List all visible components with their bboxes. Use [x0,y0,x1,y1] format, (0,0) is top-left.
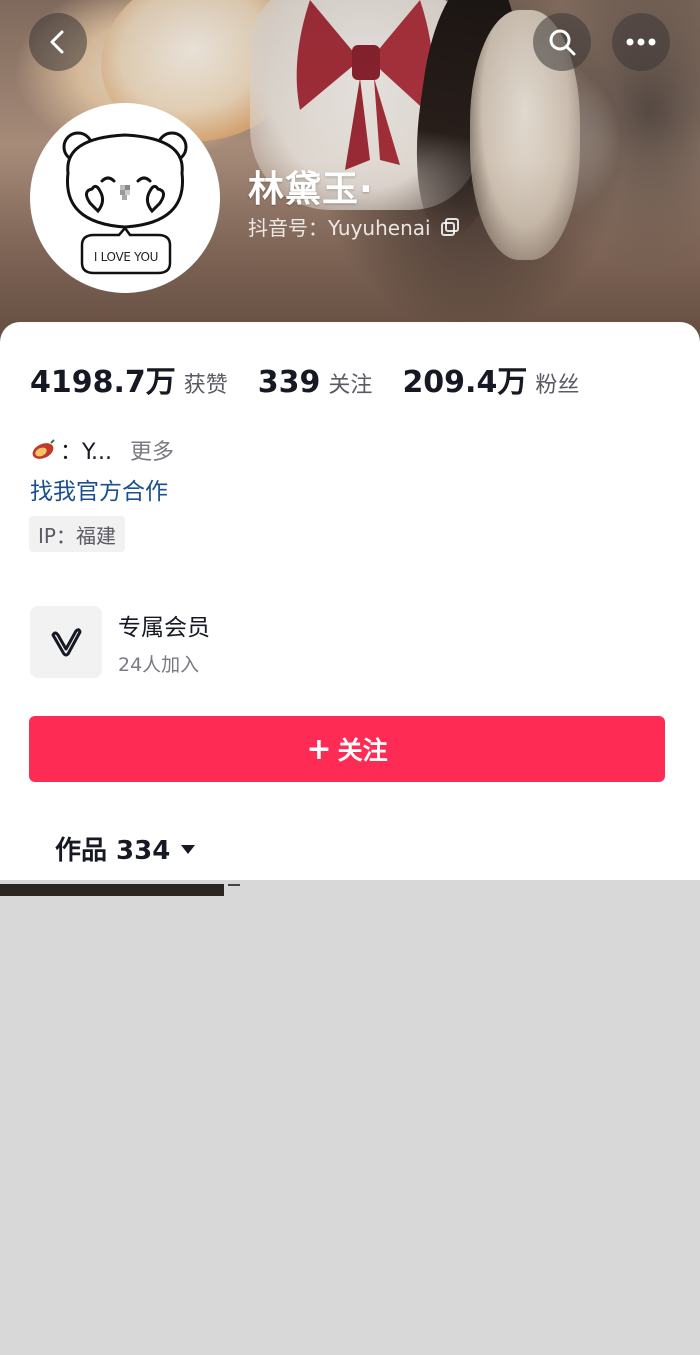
bio-text: ：Y... [60,440,112,465]
cooperation-link[interactable]: 找我官方合作 [30,472,168,506]
stat-following[interactable]: 339 关注 [258,365,373,400]
profile-page: I LOVE YOU 林黛玉· 抖音号：Yuyuhenai 4198.7万 获赞… [0,0,700,1355]
profile-info-card: 4198.7万 获赞 339 关注 209.4万 粉丝 ：Y... 更多 找我官… [0,322,700,880]
douyin-id-text: 抖音号：Yuyuhenai [248,216,431,240]
ip-location-tag: IP：福建 [29,516,125,552]
search-icon [549,29,576,56]
more-icon [626,38,656,46]
profile-stats: 4198.7万 获赞 339 关注 209.4万 粉丝 [30,357,609,401]
stat-value: 209.4万 [402,365,528,400]
bio-more-link[interactable]: 更多 [130,434,174,466]
video-thumbnail-edge[interactable] [0,884,224,896]
caret-down-icon [181,844,196,854]
search-button[interactable] [533,13,591,71]
copy-icon [440,217,459,236]
plus-icon: + [306,731,332,767]
follow-button-label: 关注 [337,736,388,765]
membership-icon-box [30,606,102,678]
divider [228,884,240,886]
stat-likes: 4198.7万 获赞 [30,357,228,401]
more-button[interactable] [612,13,670,71]
avatar-bubble-text: I LOVE YOU [93,250,159,264]
douyin-id[interactable]: 抖音号：Yuyuhenai [248,212,459,241]
follow-button[interactable]: + 关注 [29,716,665,782]
bio-line: ：Y... 更多 [30,434,174,466]
chevron-left-icon [50,30,64,54]
content-placeholder-area [0,880,700,1355]
bear-avatar-illustration [62,131,188,275]
back-button[interactable] [29,13,87,71]
stat-label: 粉丝 [535,373,580,398]
membership-title: 专属会员 [118,614,210,641]
avatar[interactable]: I LOVE YOU [30,103,220,293]
stat-label: 关注 [328,373,373,398]
membership-subtitle: 24人加入 [118,653,200,676]
stat-label: 获赞 [183,373,228,398]
stat-value: 4198.7万 [30,365,176,400]
v-membership-icon [51,628,82,657]
membership-entry[interactable]: 专属会员 24人加入 [30,606,210,678]
sweet-potato-icon [32,439,55,459]
tab-works[interactable]: 作品 334 [55,830,196,867]
tab-works-label: 作品 334 [55,836,171,866]
stat-value: 339 [257,365,321,400]
profile-name: 林黛玉· [248,169,374,210]
stat-followers[interactable]: 209.4万 粉丝 [402,357,579,401]
